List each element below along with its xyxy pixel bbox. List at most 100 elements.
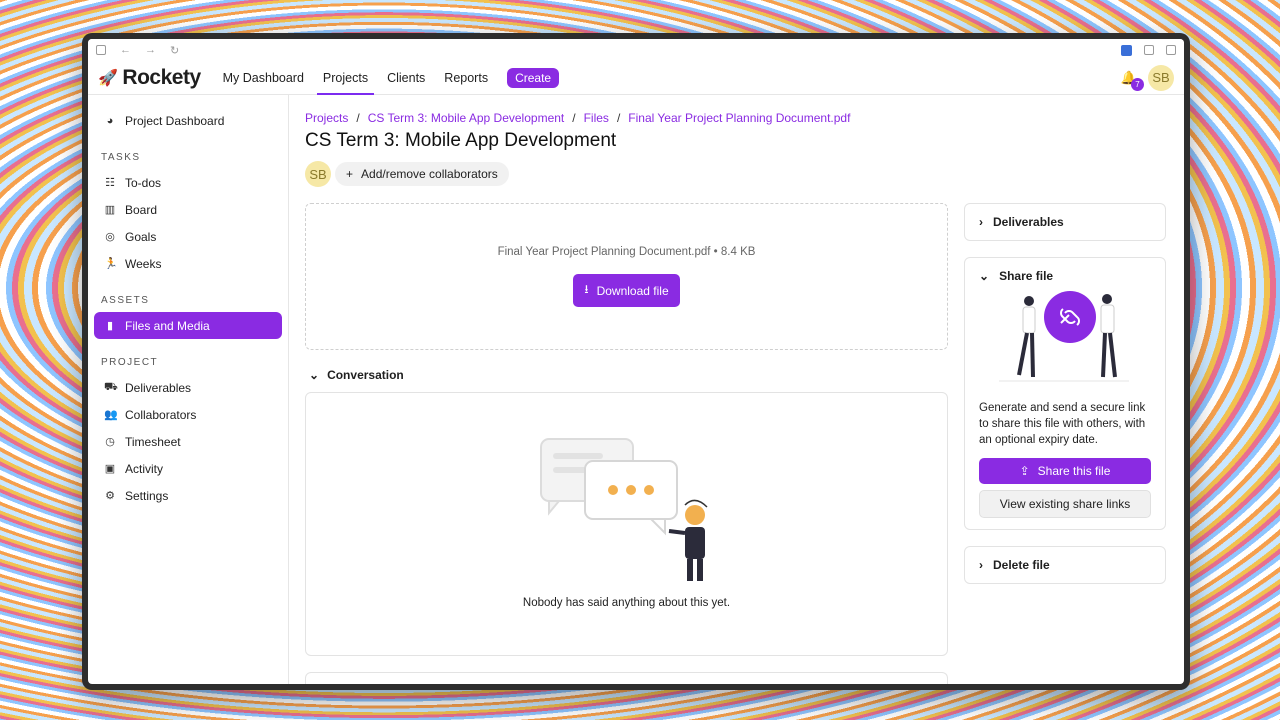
- sidebar-item-label: Project Dashboard: [125, 113, 225, 128]
- breadcrumb-separator: /: [356, 111, 360, 125]
- next-section-edge: [305, 672, 948, 684]
- sidebar: ◕ Project Dashboard TASKS ☷ To-dos ▥ Boa…: [88, 95, 289, 684]
- nav-my-dashboard[interactable]: My Dashboard: [223, 61, 304, 94]
- create-button[interactable]: Create: [507, 67, 560, 88]
- extension-icon[interactable]: [1121, 44, 1132, 56]
- breadcrumb-separator: /: [616, 111, 621, 125]
- collaborators-row: SB + Add/remove collaborators: [305, 161, 1168, 187]
- clock-icon: ◷: [105, 436, 115, 448]
- back-icon[interactable]: ←: [120, 44, 131, 56]
- sidebar-item-goals[interactable]: ◎ Goals: [94, 223, 282, 250]
- sidebar-item-files-and-media[interactable]: ▮ Files and Media: [94, 312, 282, 339]
- checklist-icon: ☷: [105, 177, 115, 189]
- page-title: CS Term 3: Mobile App Development: [305, 130, 617, 151]
- sidebar-item-label: Settings: [125, 488, 169, 503]
- breadcrumb-project[interactable]: CS Term 3: Mobile App Development: [368, 111, 565, 125]
- download-file-button[interactable]: ⭳ Download file: [573, 274, 680, 307]
- sidebar-item-label: Timesheet: [125, 434, 181, 449]
- sidebar-item-timesheet[interactable]: ◷ Timesheet: [94, 428, 282, 455]
- reader-icon[interactable]: [1144, 45, 1154, 55]
- file-meta: Final Year Project Planning Document.pdf…: [498, 246, 756, 258]
- nav-reports[interactable]: Reports: [444, 61, 488, 94]
- gear-icon: ⚙: [105, 490, 115, 502]
- breadcrumb-files[interactable]: Files: [584, 111, 609, 125]
- breadcrumb-separator: /: [572, 111, 576, 125]
- running-icon: 🏃: [104, 258, 118, 270]
- clipboard-icon: ▣: [104, 463, 116, 475]
- sidebar-item-label: Weeks: [125, 256, 162, 271]
- download-icon: ⭳: [584, 282, 589, 296]
- sidebar-toggle-icon[interactable]: [96, 45, 106, 55]
- section-tasks-title: TASKS: [101, 152, 141, 163]
- file-preview-box: Final Year Project Planning Document.pdf…: [305, 203, 948, 350]
- share-file-title: Share file: [999, 269, 1054, 283]
- sidebar-item-label: Activity: [125, 461, 164, 476]
- app-screen: ← → ↻ 🚀 Rockety My Dashboard Projects Cl…: [88, 39, 1184, 684]
- meta-separator: •: [713, 246, 718, 258]
- browser-toolbar: ← → ↻: [88, 39, 1184, 61]
- sidebar-item-activity[interactable]: ▣ Activity: [94, 455, 282, 482]
- conversation-toggle[interactable]: ⌄ Conversation: [309, 368, 948, 382]
- rocket-icon: 🚀: [98, 69, 118, 87]
- deliverables-icon: ⛟: [104, 380, 118, 393]
- collaborator-avatar[interactable]: SB: [305, 161, 331, 187]
- section-project-title: PROJECT: [101, 357, 159, 368]
- share-this-file-button[interactable]: ⇪ Share this file: [979, 458, 1151, 484]
- deliverables-title: Deliverables: [993, 215, 1064, 229]
- plus-icon: +: [346, 167, 354, 181]
- breadcrumb-file[interactable]: Final Year Project Planning Document.pdf: [628, 111, 850, 125]
- sidebar-item-label: Collaborators: [125, 407, 197, 422]
- conversation-title: Conversation: [327, 368, 404, 382]
- delete-file-toggle[interactable]: › Delete file: [979, 558, 1151, 572]
- sidebar-item-label: Deliverables: [125, 380, 192, 395]
- share-file-panel: ⌄ Share file Generate and send a secure …: [964, 257, 1166, 530]
- brand-logo[interactable]: 🚀 Rockety: [98, 66, 201, 90]
- nav-clients[interactable]: Clients: [387, 61, 425, 94]
- notification-badge: 7: [1131, 77, 1144, 91]
- sidebar-item-board[interactable]: ▥ Board: [94, 196, 282, 223]
- split-view-icon[interactable]: [1166, 45, 1176, 55]
- deliverables-toggle[interactable]: › Deliverables: [979, 215, 1151, 229]
- chevron-down-icon: ⌄: [309, 368, 320, 382]
- sidebar-item-label: Board: [125, 202, 158, 217]
- deliverables-panel: › Deliverables: [964, 203, 1166, 241]
- delete-file-panel: › Delete file: [964, 546, 1166, 584]
- sidebar-item-project-dashboard[interactable]: ◕ Project Dashboard: [94, 107, 282, 134]
- reload-icon[interactable]: ↻: [170, 44, 179, 57]
- dashboard-icon: ◕: [106, 114, 114, 127]
- sidebar-item-collaborators[interactable]: 👥 Collaborators: [94, 401, 282, 428]
- sidebar-item-weeks[interactable]: 🏃 Weeks: [94, 250, 282, 277]
- main-nav: My Dashboard Projects Clients Reports Cr…: [223, 61, 560, 95]
- share-this-file-label: Share this file: [1037, 464, 1111, 478]
- conversation-box: Nobody has said anything about this yet.: [305, 392, 948, 656]
- nav-projects[interactable]: Projects: [316, 61, 375, 95]
- add-remove-collaborators-button[interactable]: + Add/remove collaborators: [335, 162, 509, 186]
- file-icon: ▮: [106, 320, 114, 332]
- breadcrumb: Projects / CS Term 3: Mobile App Develop…: [305, 111, 1168, 125]
- section-assets-title: ASSETS: [101, 295, 150, 306]
- sidebar-item-settings[interactable]: ⚙ Settings: [94, 482, 282, 509]
- notifications-button[interactable]: 🔔 7: [1120, 69, 1144, 91]
- share-illustration: [999, 291, 1129, 382]
- delete-file-title: Delete file: [993, 558, 1050, 572]
- side-panels: › Deliverables ⌄ Share file Generate and…: [964, 203, 1166, 684]
- sidebar-item-label: To-dos: [125, 175, 162, 190]
- board-icon: ▥: [104, 204, 116, 216]
- sidebar-item-deliverables[interactable]: ⛟ Deliverables: [94, 374, 282, 401]
- users-icon: 👥: [104, 409, 118, 421]
- user-avatar[interactable]: SB: [1148, 64, 1174, 91]
- browser-window: ← → ↻ 🚀 Rockety My Dashboard Projects Cl…: [82, 33, 1190, 690]
- conversation-empty-text: Nobody has said anything about this yet.: [522, 597, 731, 609]
- share-icon: ⇪: [1019, 464, 1030, 478]
- chevron-right-icon: ›: [979, 215, 983, 229]
- sidebar-item-todos[interactable]: ☷ To-dos: [94, 169, 282, 196]
- target-icon: ◎: [105, 231, 115, 243]
- download-file-label: Download file: [596, 283, 669, 298]
- view-share-links-button[interactable]: View existing share links: [979, 490, 1151, 518]
- forward-icon[interactable]: →: [145, 44, 156, 56]
- breadcrumb-projects[interactable]: Projects: [305, 111, 348, 125]
- file-size: 8.4 KB: [720, 246, 756, 258]
- share-file-toggle[interactable]: ⌄ Share file: [979, 269, 1151, 283]
- empty-conversation-illustration: [539, 438, 708, 581]
- chevron-down-icon: ⌄: [979, 269, 990, 283]
